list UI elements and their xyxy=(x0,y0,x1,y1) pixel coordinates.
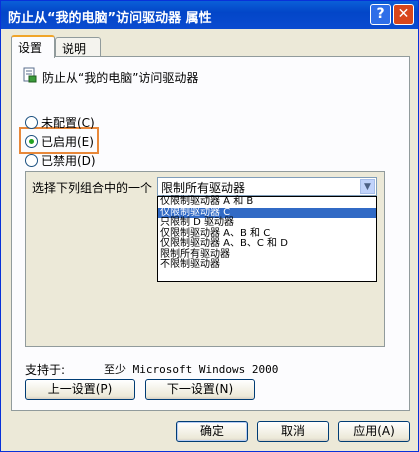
select-value: 限制所有驱动器 xyxy=(161,181,246,195)
radio-selected-icon xyxy=(25,135,38,148)
drive-restriction-select[interactable]: 限制所有驱动器 ▼ xyxy=(157,177,377,196)
support-label: 支持于: xyxy=(25,363,66,377)
radio-enabled[interactable]: 已启用(E) xyxy=(25,133,94,149)
radio-button-icon xyxy=(25,154,38,167)
title-bar[interactable]: 防止从“我的电脑”访问驱动器 属性 ? ✕ xyxy=(1,1,418,29)
properties-dialog: 防止从“我的电脑”访问驱动器 属性 ? ✕ 设置 说明 防止从“我的电脑”访问驱… xyxy=(0,0,419,452)
help-button[interactable]: ? xyxy=(370,4,391,25)
list-item[interactable]: 只限制 D 驱动器 xyxy=(158,217,376,229)
list-item[interactable]: 不限制驱动器 xyxy=(158,259,376,271)
prev-setting-button[interactable]: 上一设置(P) xyxy=(25,379,135,400)
radio-disabled[interactable]: 已禁用(D) xyxy=(25,152,96,168)
radio-label: 未配置(C) xyxy=(41,116,95,130)
window-title: 防止从“我的电脑”访问驱动器 属性 xyxy=(8,11,212,26)
radio-label: 已禁用(D) xyxy=(41,154,96,168)
ok-button[interactable]: 确定 xyxy=(176,421,248,442)
list-item[interactable]: 仅限制驱动器 A、B、C 和 D xyxy=(158,238,376,250)
radio-label: 已启用(E) xyxy=(41,135,94,149)
radio-button-icon xyxy=(25,116,38,129)
tab-settings[interactable]: 设置 xyxy=(11,35,55,58)
next-setting-button[interactable]: 下一设置(N) xyxy=(145,379,255,400)
policy-title: 防止从“我的电脑”访问驱动器 xyxy=(42,71,199,85)
apply-button[interactable]: 应用(A) xyxy=(338,421,410,442)
dropdown-list[interactable]: 仅限制驱动器 A 和 B 仅限制驱动器 C 只限制 D 驱动器 仅限制驱动器 A… xyxy=(157,196,377,282)
cancel-button[interactable]: 取消 xyxy=(257,421,329,442)
tab-explain[interactable]: 说明 xyxy=(55,37,101,57)
options-label: 选择下列组合中的一个 xyxy=(32,181,153,195)
policy-document-icon xyxy=(23,67,37,83)
radio-not-configured[interactable]: 未配置(C) xyxy=(25,114,95,130)
chevron-down-icon[interactable]: ▼ xyxy=(360,179,375,194)
support-value: 至少 Microsoft Windows 2000 xyxy=(104,363,279,376)
list-item[interactable]: 仅限制驱动器 A 和 B xyxy=(158,196,376,208)
close-button[interactable]: ✕ xyxy=(393,4,414,25)
